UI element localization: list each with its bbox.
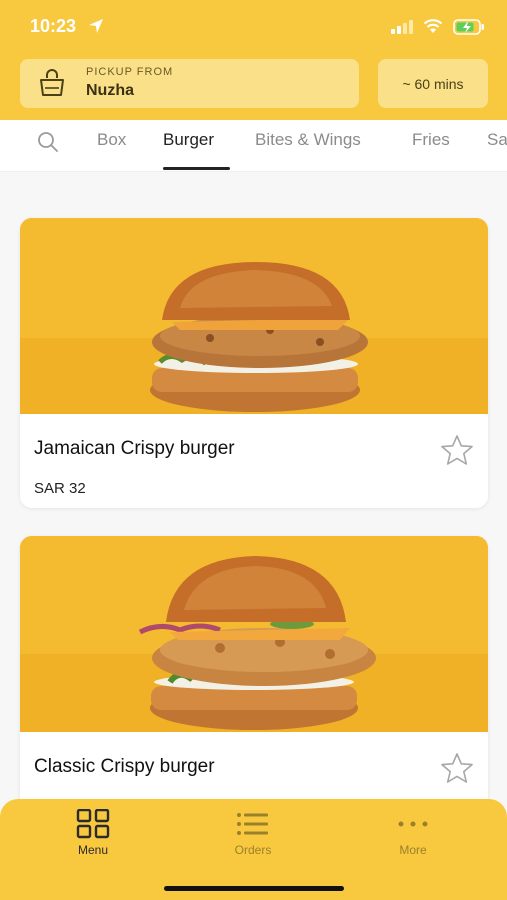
active-tab-indicator (163, 167, 230, 170)
dots-icon (398, 821, 428, 827)
favorite-star-icon[interactable] (440, 752, 474, 784)
eta-label: ~ 60 mins (402, 75, 464, 92)
nav-more[interactable]: More (368, 809, 458, 869)
product-image (20, 536, 488, 732)
status-bar: 10:23 (0, 14, 507, 42)
product-name: Classic Crispy burger (34, 756, 215, 777)
home-indicator (164, 886, 344, 891)
tab-sa[interactable]: Sa (487, 130, 507, 150)
nav-orders-label: Orders (234, 843, 272, 857)
grid-icon (76, 809, 110, 839)
shopping-bag-icon (40, 69, 64, 96)
list-icon (237, 813, 268, 835)
tab-box[interactable]: Box (97, 130, 126, 150)
header: 10:23 PICKUP FROM Nuzha ~ 60 mins (0, 0, 507, 120)
product-card[interactable]: Jamaican Crispy burger SAR 32 (20, 218, 488, 508)
pickup-location-selector[interactable]: PICKUP FROM Nuzha (20, 59, 359, 108)
wifi-icon (423, 19, 443, 33)
status-time: 10:23 (30, 16, 77, 36)
tab-bites-wings[interactable]: Bites & Wings (255, 130, 361, 150)
category-tabs: Box Burger Bites & Wings Fries Sa (0, 120, 507, 172)
location-arrow-icon (89, 19, 103, 33)
product-card[interactable]: Classic Crispy burger (20, 536, 488, 836)
pickup-location-name: Nuzha (86, 82, 134, 99)
tab-fries[interactable]: Fries (412, 130, 450, 150)
nav-orders[interactable]: Orders (208, 809, 298, 869)
nav-menu-label: Menu (77, 843, 109, 857)
battery-charging-icon (453, 19, 484, 35)
pickup-label: PICKUP FROM (86, 66, 174, 78)
product-name: Jamaican Crispy burger (34, 438, 235, 459)
signal-icon (391, 20, 413, 34)
nav-menu[interactable]: Menu (48, 809, 138, 869)
eta-button[interactable]: ~ 60 mins (378, 59, 488, 108)
product-image (20, 218, 488, 414)
tab-burger[interactable]: Burger (163, 130, 214, 150)
search-icon[interactable] (37, 131, 59, 153)
product-price: SAR 32 (34, 480, 86, 497)
favorite-star-icon[interactable] (440, 434, 474, 466)
nav-more-label: More (399, 843, 427, 857)
bottom-nav: Menu Orders More (0, 799, 507, 900)
